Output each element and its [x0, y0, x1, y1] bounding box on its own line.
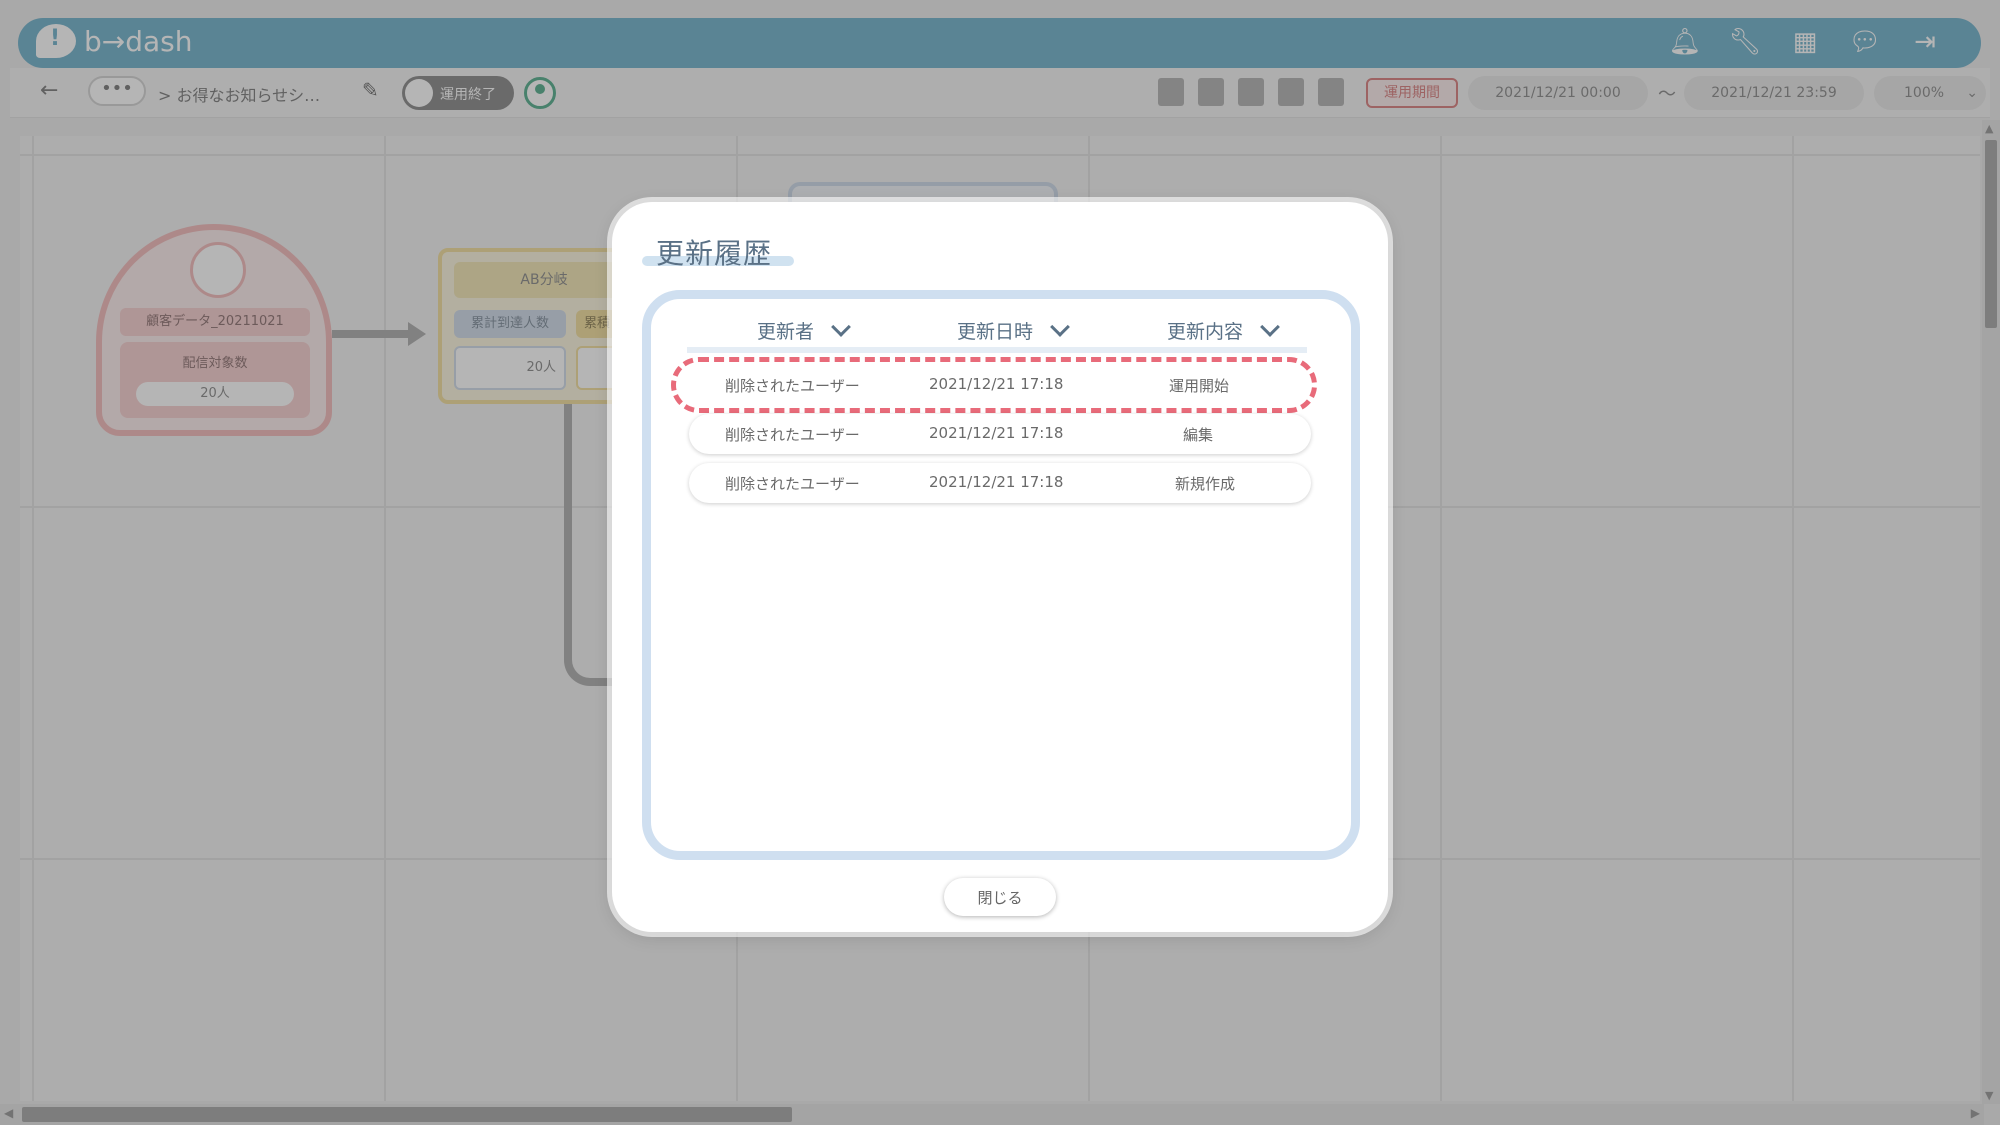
table-header: 更新者 更新日時 更新内容 [687, 313, 1307, 353]
chevron-down-icon [831, 316, 851, 337]
update-history-modal: 更新履歴 更新者 更新日時 更新内容 削除されたユーザー 2021/12/21 … [612, 202, 1388, 932]
table-row[interactable]: 削除されたユーザー 2021/12/21 17:18 編集 [689, 414, 1311, 454]
close-button[interactable]: 閉じる [944, 878, 1056, 916]
row-content: 新規作成 [1175, 475, 1236, 493]
modal-title: 更新履歴 [656, 237, 773, 270]
table-row[interactable]: 削除されたユーザー 2021/12/21 17:18 新規作成 [689, 463, 1311, 503]
column-header-content[interactable]: 更新内容 [1167, 316, 1280, 344]
row-datetime: 2021/12/21 17:18 [929, 424, 1064, 442]
row-content: 編集 [1183, 426, 1214, 444]
table-row[interactable]: 削除されたユーザー 2021/12/21 17:18 運用開始 [689, 365, 1311, 405]
row-content: 運用開始 [1169, 377, 1230, 395]
column-header-user-label: 更新者 [757, 321, 815, 343]
row-datetime: 2021/12/21 17:18 [929, 473, 1064, 491]
row-datetime: 2021/12/21 17:18 [929, 375, 1064, 393]
column-header-datetime[interactable]: 更新日時 [957, 316, 1070, 344]
column-header-user[interactable]: 更新者 [757, 316, 851, 344]
chevron-down-icon [1050, 316, 1070, 337]
row-user: 削除されたユーザー [725, 475, 860, 493]
row-user: 削除されたユーザー [725, 426, 860, 444]
column-header-content-label: 更新内容 [1167, 321, 1244, 343]
column-header-datetime-label: 更新日時 [957, 321, 1034, 343]
row-user: 削除されたユーザー [725, 377, 860, 395]
chevron-down-icon [1260, 316, 1280, 337]
history-table: 更新者 更新日時 更新内容 削除されたユーザー 2021/12/21 17:18… [642, 290, 1360, 860]
